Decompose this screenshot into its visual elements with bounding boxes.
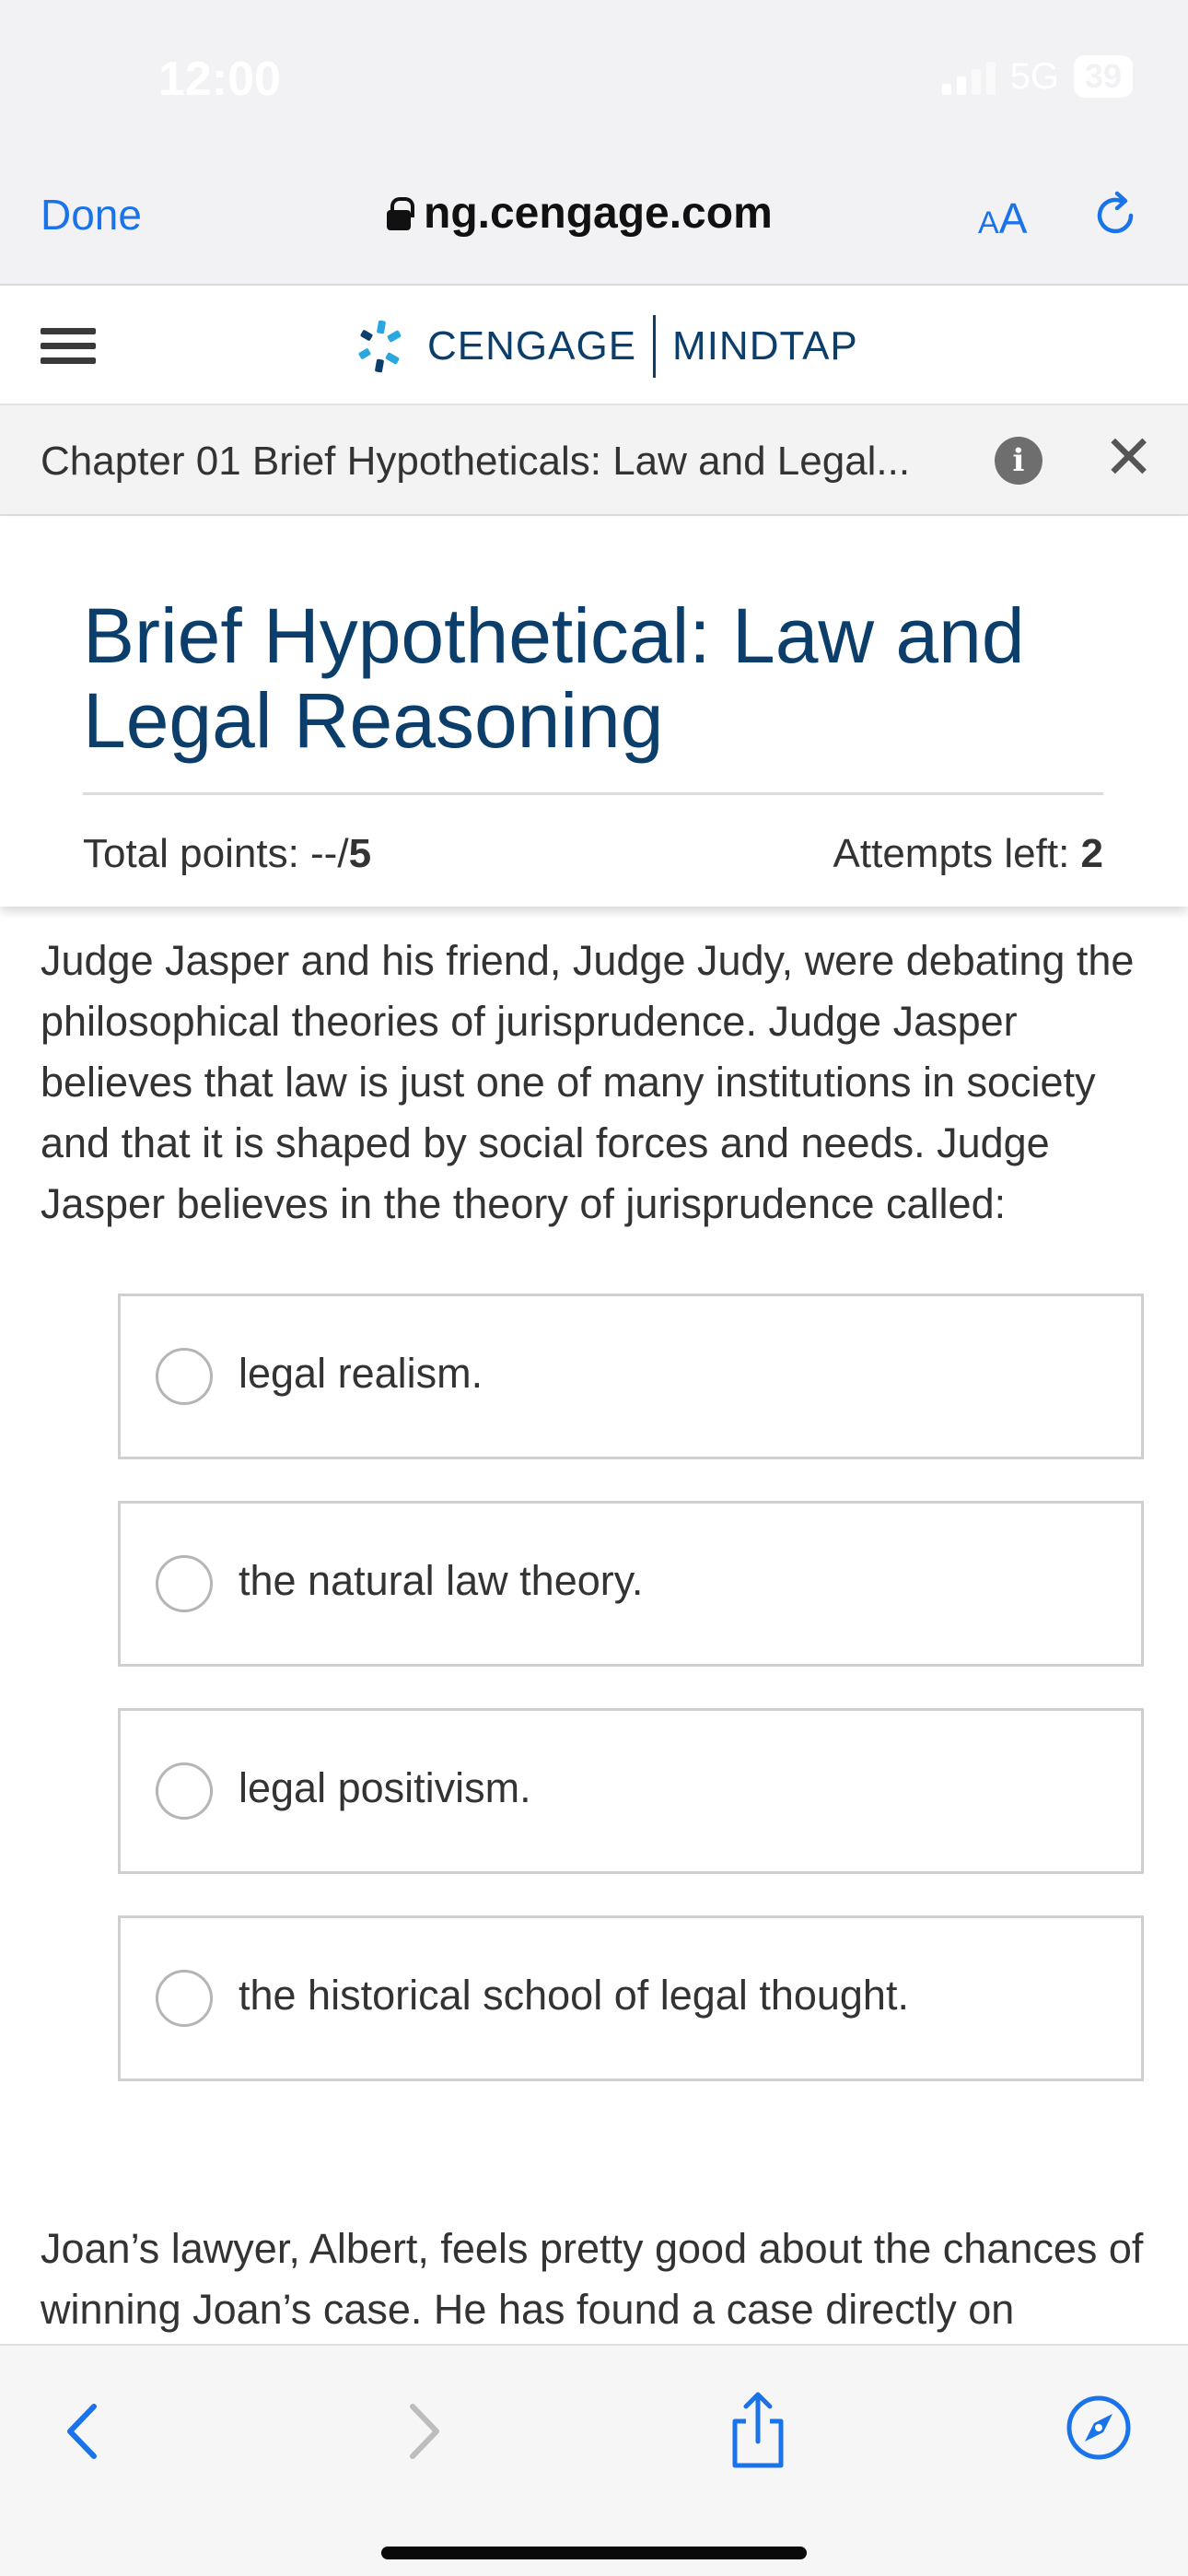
address-bar[interactable]: ng.cengage.com bbox=[387, 188, 773, 239]
total-points-label: Total points: --/ bbox=[83, 831, 349, 876]
forward-icon[interactable] bbox=[396, 2397, 451, 2465]
attempts-left-label: Attempts left: bbox=[833, 831, 1081, 876]
question-text-next: Joan’s lawyer, Albert, feels pretty good… bbox=[41, 2225, 1144, 2333]
signal-icon bbox=[941, 58, 996, 95]
share-icon[interactable] bbox=[726, 2390, 790, 2471]
browser-toolbar: Done ng.cengage.com AA bbox=[0, 157, 1188, 286]
brand-divider bbox=[653, 315, 657, 378]
answer-option-label: legal positivism. bbox=[239, 1764, 531, 1811]
page-title: Brief Hypothetical: Law and Legal Reason… bbox=[83, 592, 1025, 764]
info-icon[interactable]: i bbox=[995, 437, 1042, 485]
divider bbox=[83, 792, 1103, 795]
text-size-button[interactable]: AA bbox=[978, 193, 1027, 243]
answer-option[interactable]: the historical school of legal thought. bbox=[118, 1915, 1144, 2081]
radio-button[interactable] bbox=[156, 1555, 213, 1612]
answer-option-label: the natural law theory. bbox=[239, 1557, 644, 1604]
home-indicator bbox=[381, 2547, 807, 2559]
total-points: Total points: --/5 bbox=[83, 831, 371, 877]
back-icon[interactable] bbox=[55, 2397, 111, 2465]
battery-icon: 39 bbox=[1073, 55, 1133, 98]
browser-bottom-toolbar bbox=[0, 2344, 1188, 2576]
compass-icon[interactable] bbox=[1065, 2394, 1133, 2462]
attempts-left-value: 2 bbox=[1080, 831, 1103, 876]
radio-button[interactable] bbox=[156, 1970, 213, 2027]
answer-option[interactable]: legal positivism. bbox=[118, 1708, 1144, 1874]
cengage-logo-icon bbox=[358, 320, 402, 373]
status-bar: 12:00 5G 39 bbox=[0, 0, 1188, 157]
radio-button[interactable] bbox=[156, 1348, 213, 1405]
status-time: 12:00 bbox=[158, 53, 281, 106]
menu-icon[interactable] bbox=[41, 328, 96, 365]
attempts-left: Attempts left: 2 bbox=[833, 831, 1103, 877]
answer-option-label: legal realism. bbox=[239, 1350, 483, 1397]
assignment-header-card: Brief Hypothetical: Law and Legal Reason… bbox=[0, 518, 1188, 907]
app-header: CENGAGE MINDTAP bbox=[0, 287, 1188, 405]
total-points-value: 5 bbox=[348, 831, 372, 876]
brand-logo: CENGAGE MINDTAP bbox=[352, 315, 858, 378]
lock-icon bbox=[387, 196, 414, 230]
text-size-large-glyph: A bbox=[998, 194, 1028, 242]
radio-button[interactable] bbox=[156, 1762, 213, 1820]
text-size-small-glyph: A bbox=[978, 205, 999, 240]
status-indicators: 5G 39 bbox=[941, 55, 1133, 98]
brand-mindtap: MINDTAP bbox=[672, 323, 858, 369]
answer-option[interactable]: the natural law theory. bbox=[118, 1501, 1144, 1667]
chapter-title: Chapter 01 Brief Hypotheticals: Law and … bbox=[41, 439, 911, 484]
brand-cengage: CENGAGE bbox=[427, 323, 637, 369]
reload-icon[interactable] bbox=[1090, 190, 1142, 241]
chapter-bar: Chapter 01 Brief Hypotheticals: Law and … bbox=[0, 405, 1188, 516]
network-type: 5G bbox=[1009, 55, 1059, 97]
done-button[interactable]: Done bbox=[41, 190, 142, 240]
question-text: Judge Jasper and his friend, Judge Judy,… bbox=[41, 937, 1135, 1227]
url-text: ng.cengage.com bbox=[424, 189, 773, 238]
answer-option-label: the historical school of legal thought. bbox=[239, 1972, 909, 2019]
close-icon[interactable]: ✕ bbox=[1103, 427, 1154, 488]
answer-option[interactable]: legal realism. bbox=[118, 1294, 1144, 1459]
